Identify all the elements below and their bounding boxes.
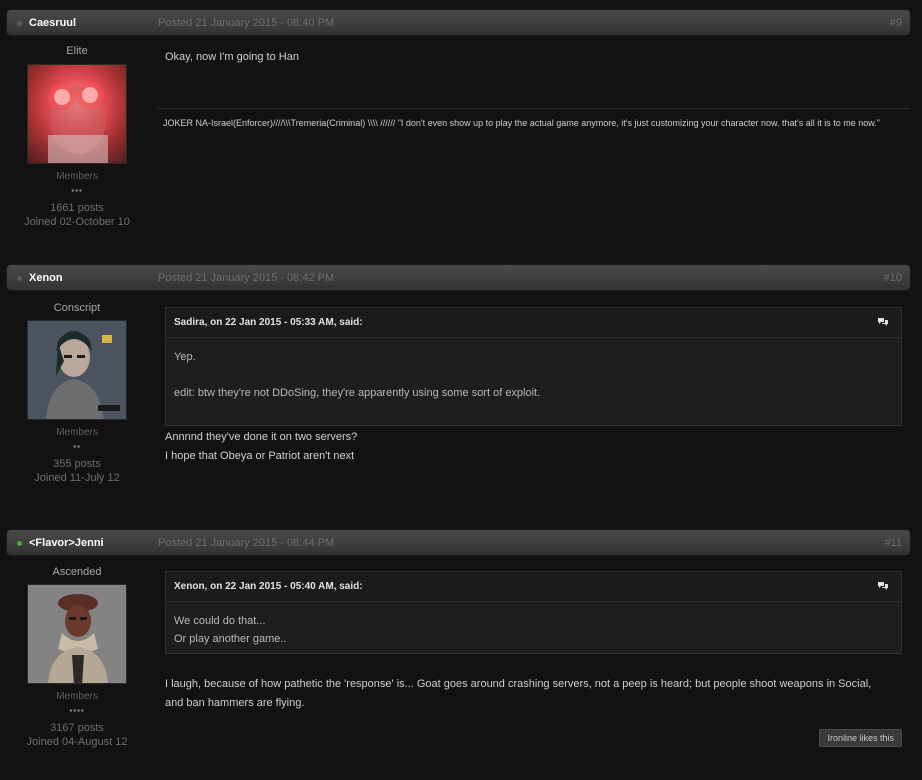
quote-line: edit: btw they're not DDoSing, they're a… (174, 387, 541, 399)
author-name[interactable]: <Flavor>Jenni (29, 537, 104, 549)
post-text-line: Annnnd they've done it on two servers? (165, 431, 358, 443)
signature-divider (157, 108, 910, 109)
post-header: Xenon Posted 21 January 2015 - 08:42 PM … (6, 264, 911, 291)
speech-bubbles-icon[interactable] (877, 317, 889, 327)
member-rank: Conscript (53, 302, 101, 314)
quote-line: Or play another game.. (174, 633, 287, 645)
post-number-link[interactable]: #9 (890, 17, 902, 29)
member-rank: Ascended (52, 566, 102, 578)
post-header: <Flavor>Jenni Posted 21 January 2015 - 0… (6, 529, 911, 556)
avatar[interactable] (27, 64, 127, 164)
post-date: Posted 21 January 2015 - 08:40 PM (158, 17, 335, 29)
join-date: Joined 11-July 12 (34, 472, 120, 484)
join-date: Joined 02-October 10 (24, 216, 130, 228)
post-count: 355 posts (53, 458, 101, 470)
post-count: 3167 posts (50, 722, 104, 734)
post-body: I laugh, because of how pathetic the 're… (165, 675, 905, 713)
author-name[interactable]: Xenon (29, 272, 63, 284)
avatar-image (48, 81, 108, 163)
post-body: Annnnd they've done it on two servers? I… (165, 428, 905, 466)
post-header: Caesruul Posted 21 January 2015 - 08:40 … (6, 9, 911, 36)
post-number-link[interactable]: #10 (884, 272, 902, 284)
quote-citation[interactable]: Sadira, on 22 Jan 2015 - 05:33 AM, said: (174, 317, 363, 328)
likes-button[interactable]: Ironline likes this (819, 729, 902, 747)
post-count: 1661 posts (50, 202, 104, 214)
quote-citation[interactable]: Xenon, on 22 Jan 2015 - 05:40 AM, said: (174, 581, 363, 592)
speech-bubbles-icon[interactable] (877, 581, 889, 591)
rank-pips: ▪▪▪▪ (69, 706, 85, 715)
offline-status-icon (17, 276, 22, 281)
online-status-icon (17, 541, 22, 546)
quote-body: Yep. edit: btw they're not DDoSing, they… (166, 338, 901, 412)
signature: JOKER NA-Israel(Enforcer)////\\\Tremeria… (163, 118, 880, 128)
quote-block: Sadira, on 22 Jan 2015 - 05:33 AM, said:… (165, 307, 902, 426)
avatar[interactable] (27, 320, 127, 420)
post-text-line: I hope that Obeya or Patriot aren't next (165, 450, 355, 462)
member-group: Members (56, 691, 98, 702)
join-date: Joined 04-August 12 (26, 736, 128, 748)
member-rank: Elite (66, 45, 88, 57)
member-group: Members (56, 427, 98, 438)
avatar[interactable] (27, 584, 127, 684)
rank-pips: ▪▪ (73, 442, 81, 451)
quote-line (174, 366, 893, 384)
quote-line: We could do that... (174, 615, 266, 627)
post-text-line: I laugh, because of how pathetic the 're… (165, 678, 872, 690)
offline-status-icon (17, 21, 22, 26)
member-group: Members (56, 171, 98, 182)
author-name[interactable]: Caesruul (29, 17, 76, 29)
post-date: Posted 21 January 2015 - 08:42 PM (158, 272, 335, 284)
post-text-line: Okay, now I'm going to Han (165, 51, 299, 63)
quote-header: Sadira, on 22 Jan 2015 - 05:33 AM, said: (166, 308, 901, 338)
post-text-line: and ban hammers are flying. (165, 697, 305, 709)
avatar-image (28, 321, 126, 419)
post-number-link[interactable]: #11 (884, 537, 902, 549)
post-body: Okay, now I'm going to Han (165, 48, 905, 67)
rank-pips: ▪▪▪ (71, 186, 83, 195)
quote-body: We could do that... Or play another game… (166, 602, 901, 658)
post-date: Posted 21 January 2015 - 08:44 PM (158, 537, 335, 549)
quote-header: Xenon, on 22 Jan 2015 - 05:40 AM, said: (166, 572, 901, 602)
quote-block: Xenon, on 22 Jan 2015 - 05:40 AM, said: … (165, 571, 902, 654)
avatar-image (28, 585, 126, 683)
quote-line: Yep. (174, 351, 196, 363)
